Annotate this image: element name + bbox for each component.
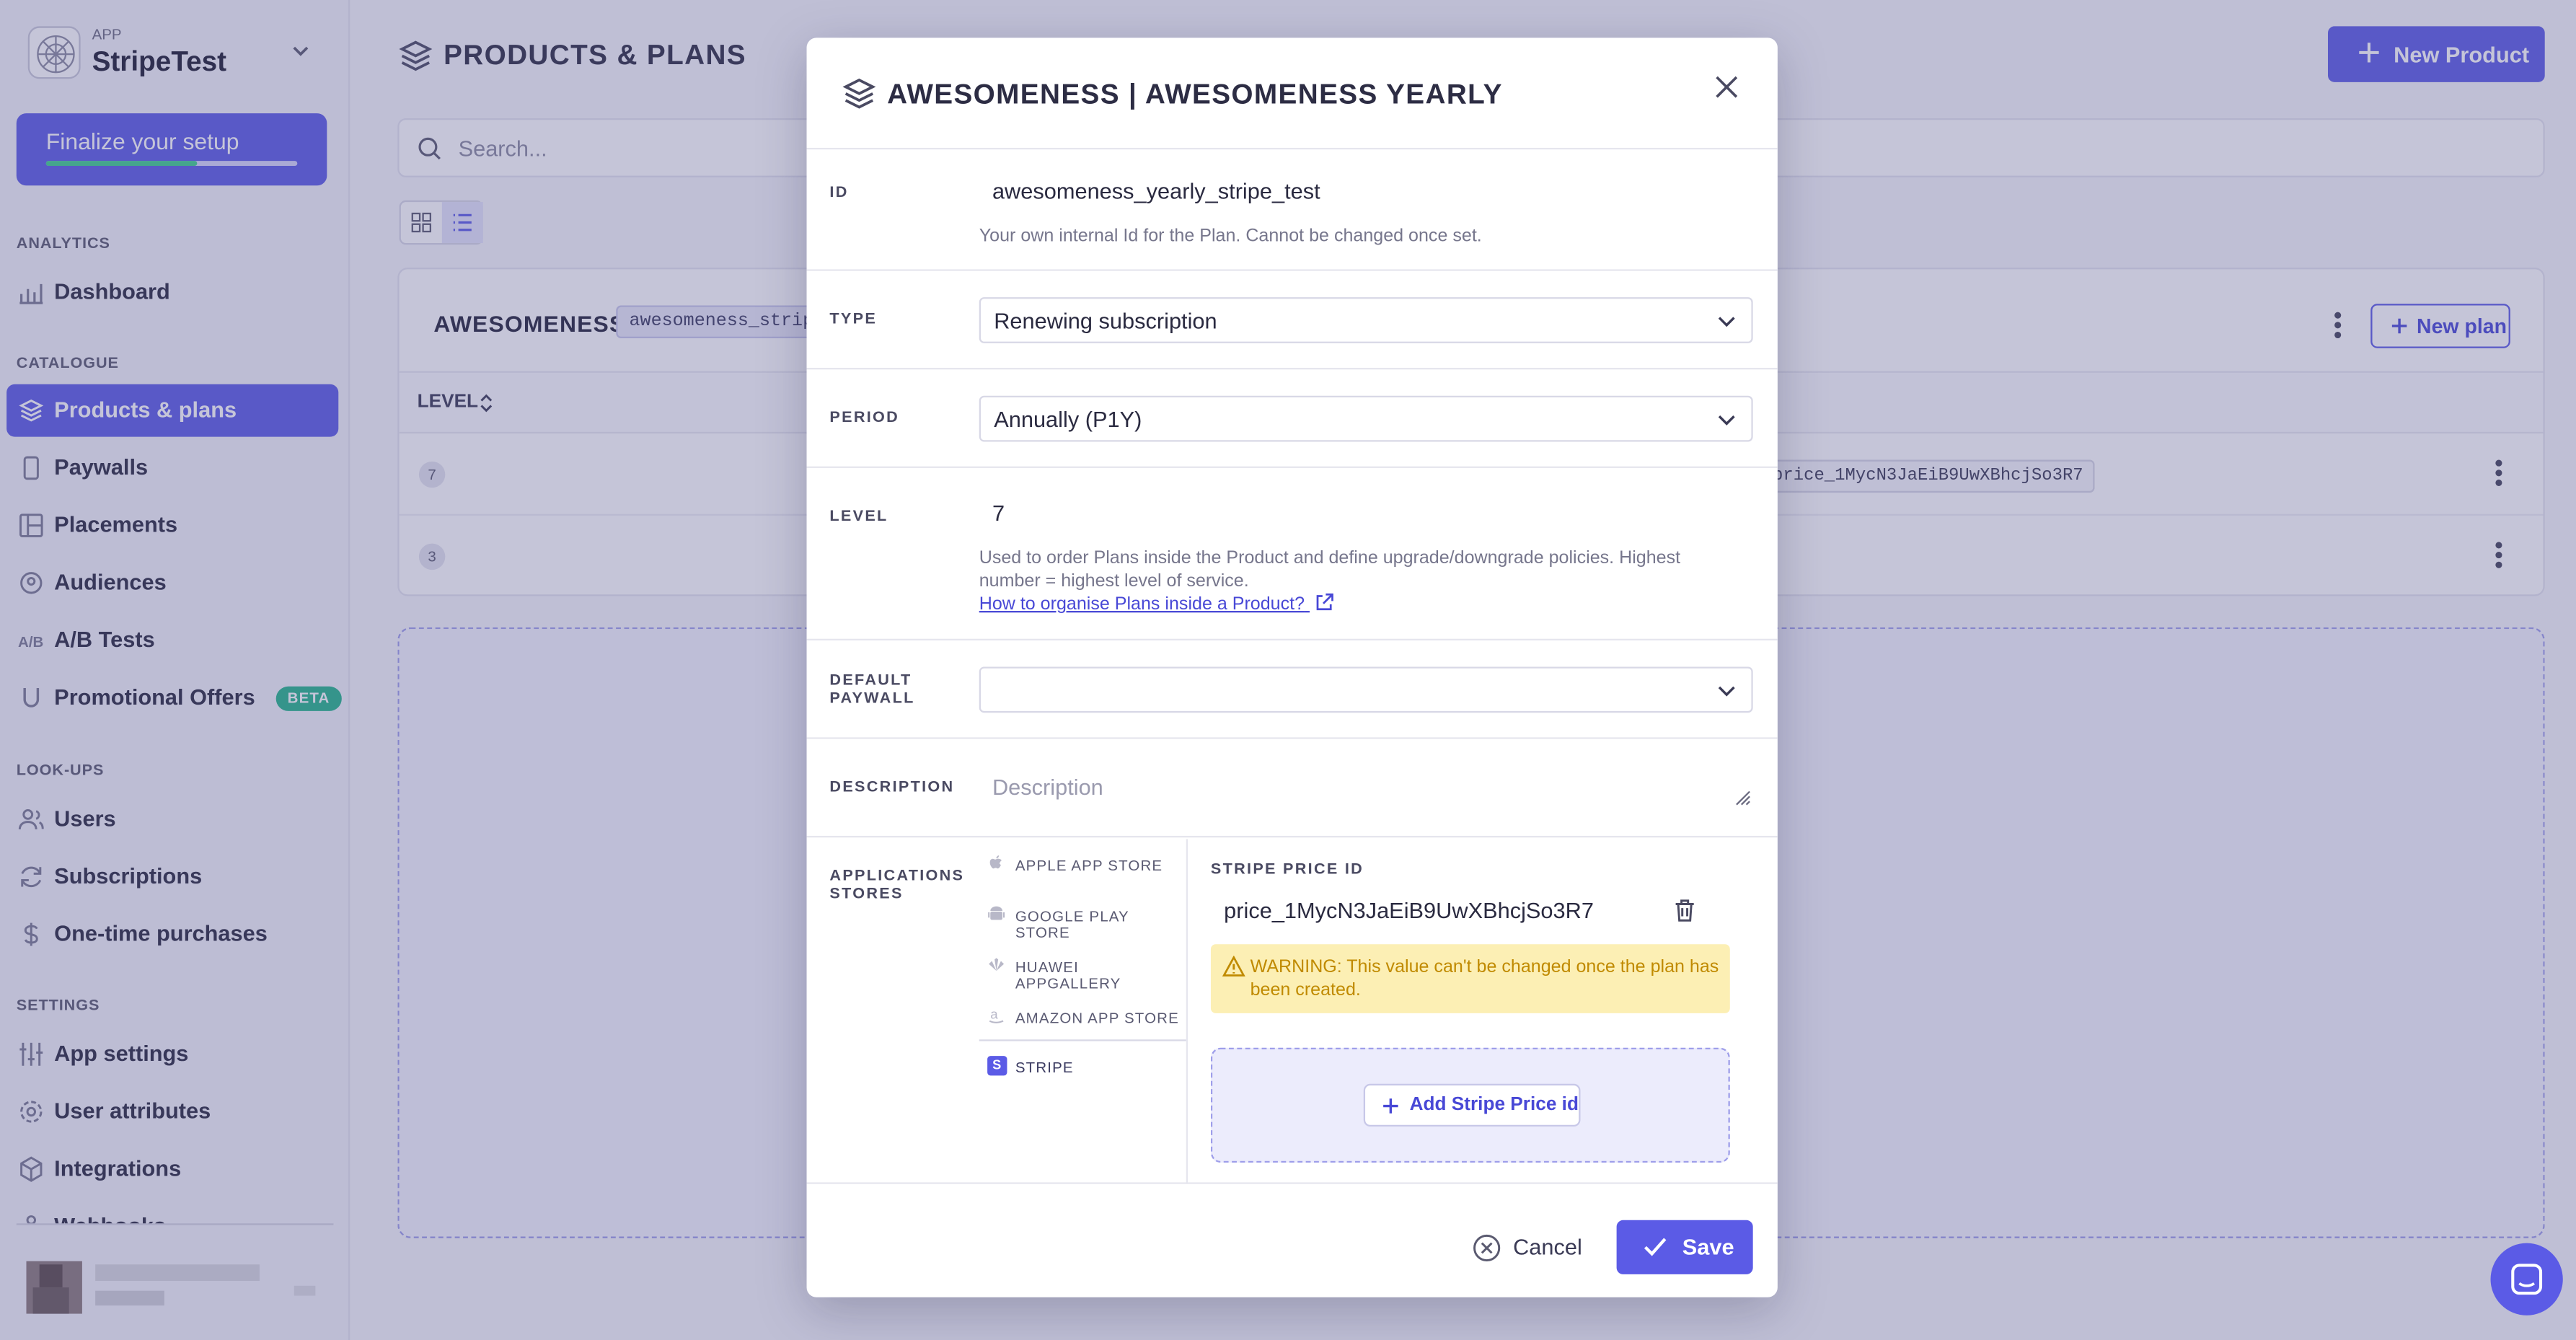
- chevron-down-icon: [1718, 415, 1735, 426]
- plus-icon: [1383, 1098, 1398, 1114]
- save-button[interactable]: Save: [1616, 1220, 1753, 1274]
- default-paywall-label-line1: DEFAULT: [829, 671, 912, 690]
- add-stripe-price-id-label: Add Stripe Price id: [1409, 1095, 1579, 1116]
- description-textarea[interactable]: Description: [992, 775, 1103, 800]
- plan-id-value: awesomeness_yearly_stripe_test: [992, 179, 1320, 204]
- warning-text: WARNING: This value can't be changed onc…: [1250, 957, 1719, 1000]
- warning-icon: [1222, 956, 1245, 977]
- period-select[interactable]: Annually (P1Y): [979, 395, 1753, 442]
- store-stripe[interactable]: S STRIPE: [979, 1039, 1186, 1090]
- chat-launcher-button[interactable]: [2490, 1243, 2563, 1315]
- applications-stores-label-line2: STORES: [829, 885, 904, 904]
- android-icon: [988, 906, 1005, 920]
- stripe-price-id-label: STRIPE PRICE ID: [1210, 860, 1364, 879]
- level-input[interactable]: 7: [992, 501, 1005, 525]
- divider: [806, 737, 1778, 739]
- store-label: AMAZON APP STORE: [1015, 1010, 1179, 1027]
- type-select[interactable]: Renewing subscription: [979, 297, 1753, 343]
- divider: [806, 368, 1778, 370]
- warning-banner: WARNING: This value can't be changed onc…: [1210, 944, 1730, 1013]
- default-paywall-label-line2: PAYWALL: [829, 689, 915, 708]
- stripe-price-id-value: price_1MycN3JaEiB9UwXBhcjSo3R7: [1224, 898, 1594, 923]
- add-stripe-price-id-button[interactable]: Add Stripe Price id: [1363, 1083, 1581, 1127]
- store-list: APPLE APP STORE GOOGLE PLAY STORE HUAWEI…: [979, 839, 1188, 1184]
- chevron-down-icon: [1718, 317, 1735, 327]
- plan-id-hint: Your own internal Id for the Plan. Canno…: [979, 226, 1482, 247]
- chevron-down-icon: [1718, 686, 1735, 697]
- level-hint: Used to order Plans inside the Product a…: [979, 548, 1681, 591]
- modal-title: AWESOMENESS | AWESOMENESS YEARLY: [887, 79, 1503, 110]
- period-value: Annually (P1Y): [994, 407, 1142, 432]
- app-root: APP StripeTest Finalize your setup ANALY…: [0, 0, 2576, 1340]
- default-paywall-select[interactable]: [979, 666, 1753, 713]
- stripe-icon: S: [987, 1056, 1007, 1076]
- organise-plans-link[interactable]: How to organise Plans inside a Product?: [979, 593, 1334, 614]
- store-label: HUAWEI APPGALLERY: [1015, 958, 1121, 992]
- external-link-icon: [1317, 593, 1334, 611]
- divider: [806, 1182, 1778, 1184]
- applications-stores-label-line1: APPLICATIONS: [829, 867, 965, 886]
- divider: [806, 269, 1778, 271]
- id-label: ID: [829, 184, 849, 203]
- apple-icon: [989, 855, 1002, 869]
- svg-text:a: a: [990, 1007, 998, 1022]
- default-paywall-label: DEFAULT PAYWALL: [829, 671, 914, 708]
- type-label: TYPE: [829, 310, 878, 329]
- trash-icon[interactable]: [1674, 898, 1695, 922]
- layers-icon: [842, 78, 876, 109]
- modal-header: AWESOMENESS | AWESOMENESS YEARLY: [806, 38, 1778, 150]
- type-value: Renewing subscription: [994, 309, 1217, 334]
- save-label: Save: [1682, 1235, 1734, 1260]
- close-icon[interactable]: [1712, 72, 1742, 102]
- huawei-icon: [989, 958, 1005, 971]
- cancel-label: Cancel: [1513, 1235, 1582, 1260]
- divider: [806, 835, 1778, 838]
- organise-plans-link-label: How to organise Plans inside a Product?: [979, 594, 1305, 614]
- store-label: GOOGLE PLAY STORE: [1015, 908, 1129, 941]
- divider: [806, 638, 1778, 641]
- period-label: PERIOD: [829, 408, 900, 428]
- store-huawei[interactable]: HUAWEI APPGALLERY: [979, 941, 1186, 992]
- cancel-button[interactable]: Cancel: [1472, 1232, 1587, 1265]
- add-price-zone: Add Stripe Price id: [1210, 1047, 1730, 1163]
- description-label: DESCRIPTION: [829, 778, 955, 797]
- store-apple[interactable]: APPLE APP STORE: [979, 839, 1186, 891]
- edit-plan-modal: AWESOMENESS | AWESOMENESS YEARLY ID awes…: [806, 38, 1778, 1297]
- resize-handle-icon[interactable]: [1732, 787, 1751, 806]
- divider: [806, 466, 1778, 468]
- cancel-icon: [1473, 1234, 1501, 1262]
- store-amazon[interactable]: a AMAZON APP STORE: [979, 992, 1186, 1043]
- store-label: STRIPE: [1015, 1059, 1074, 1076]
- check-icon: [1644, 1238, 1667, 1256]
- amazon-icon: a: [989, 1007, 1004, 1023]
- store-label: APPLE APP STORE: [1015, 857, 1163, 874]
- applications-stores-label: APPLICATIONS STORES: [829, 867, 964, 903]
- store-google-play[interactable]: GOOGLE PLAY STORE: [979, 890, 1186, 941]
- chat-icon: [2511, 1264, 2543, 1295]
- level-label: LEVEL: [829, 507, 888, 526]
